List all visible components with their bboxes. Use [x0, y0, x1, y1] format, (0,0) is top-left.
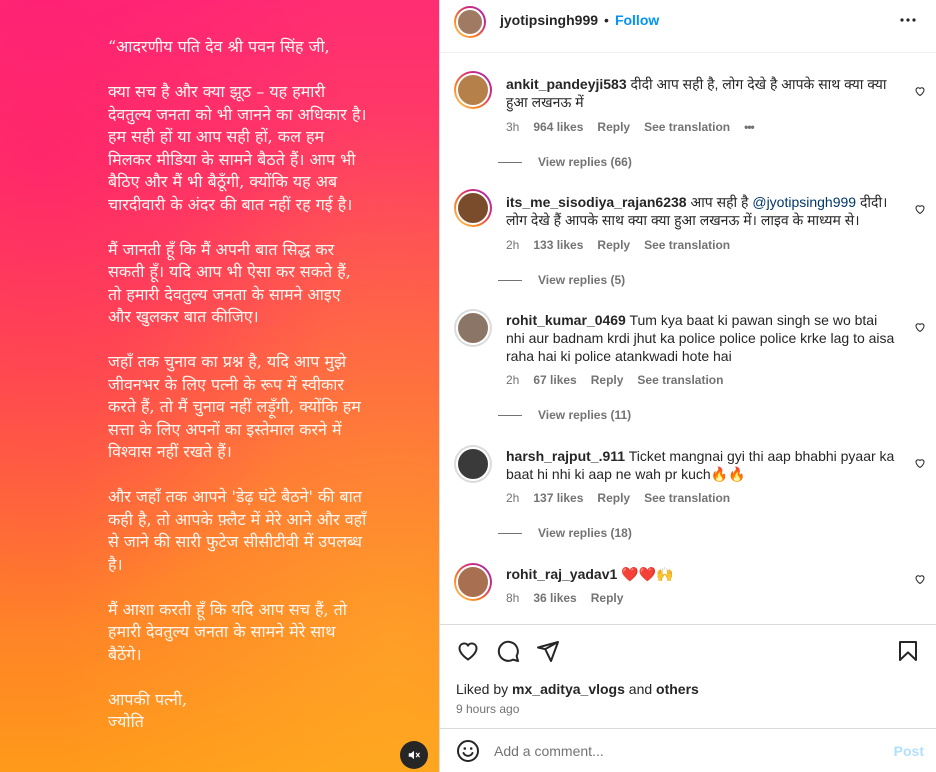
post-actions: Liked by mx_aditya_vlogs and others 9 ho… [440, 624, 936, 728]
commenter-username[interactable]: rohit_raj_yadav1 [506, 566, 617, 582]
comment-more-options[interactable]: ••• [744, 120, 755, 134]
comment-meta: 3h 964 likes Reply See translation ••• [506, 120, 755, 134]
view-replies-button[interactable]: View replies (18) [498, 526, 632, 540]
post-comment-button[interactable]: Post [894, 743, 924, 759]
more-options-icon[interactable] [896, 8, 920, 32]
commenter-avatar[interactable] [454, 563, 492, 601]
author-username[interactable]: jyotipsingh999 [500, 12, 598, 28]
view-replies-label: View replies (11) [538, 408, 632, 422]
post-side-panel: jyotipsingh999 • Follow ankit_pandeyji58… [439, 0, 936, 772]
add-comment-bar: Post [440, 728, 936, 772]
liked-by-prefix: Liked by [456, 681, 509, 697]
see-translation-link[interactable]: See translation [644, 238, 730, 252]
action-icons-row [456, 639, 924, 665]
comment-text: rohit_raj_yadav1 ❤️❤️🙌 [506, 565, 899, 583]
post-dialog: “आदरणीय पति देव श्री पवन सिंह जी, क्या स… [0, 0, 936, 772]
comment-meta: 8h 36 likes Reply [506, 591, 623, 605]
commenter-username[interactable]: its_me_sisodiya_rajan6238 [506, 194, 687, 210]
emoji-icon[interactable] [456, 739, 480, 763]
comment-input[interactable] [494, 742, 874, 759]
like-comment-heart-icon[interactable] [914, 573, 926, 585]
like-comment-heart-icon[interactable] [914, 321, 926, 333]
comment-meta: 2h 67 likes Reply See translation [506, 373, 723, 387]
comment-icon[interactable] [496, 639, 520, 663]
reply-button[interactable]: Reply [597, 120, 630, 134]
view-replies-button[interactable]: View replies (66) [498, 155, 632, 169]
comment-text: ankit_pandeyji583 दीदी आप सही है, लोग दे… [506, 75, 899, 111]
share-send-icon[interactable] [536, 639, 560, 663]
post-caption-image-text: “आदरणीय पति देव श्री पवन सिंह जी, क्या स… [108, 37, 367, 731]
comment-likes[interactable]: 133 likes [533, 238, 583, 252]
post-media[interactable]: “आदरणीय पति देव श्री पवन सिंह जी, क्या स… [0, 0, 439, 772]
comment-text: rohit_kumar_0469 Tum kya baat ki pawan s… [506, 311, 899, 365]
comment-time: 3h [506, 120, 520, 134]
comment-body: ❤️❤️🙌 [621, 566, 674, 582]
commenter-avatar[interactable] [454, 189, 492, 227]
comment-meta: 2h 133 likes Reply See translation [506, 238, 730, 252]
speaker-muted-icon [408, 750, 420, 760]
see-translation-link[interactable]: See translation [644, 120, 730, 134]
see-translation-link[interactable]: See translation [644, 491, 730, 505]
commenter-username[interactable]: ankit_pandeyji583 [506, 76, 627, 92]
view-replies-label: View replies (18) [538, 526, 632, 540]
header-separator: • [604, 12, 609, 28]
view-replies-label: View replies (66) [538, 155, 632, 169]
like-comment-heart-icon[interactable] [914, 457, 926, 469]
reply-button[interactable]: Reply [597, 238, 630, 252]
commenter-avatar[interactable] [454, 309, 492, 347]
comment-body-part: आप सही है [690, 194, 749, 210]
commenter-username[interactable]: harsh_rajput_.911 [506, 448, 625, 464]
reply-button[interactable]: Reply [597, 491, 630, 505]
liked-by-summary: Liked by mx_aditya_vlogs and others [456, 681, 699, 697]
see-translation-link[interactable]: See translation [637, 373, 723, 387]
comment-likes[interactable]: 67 likes [533, 373, 576, 387]
liked-by-others[interactable]: others [656, 681, 699, 697]
like-comment-heart-icon[interactable] [914, 85, 926, 97]
comments-list[interactable]: ankit_pandeyji583 दीदी आप सही है, लोग दे… [440, 52, 936, 624]
follow-button[interactable]: Follow [615, 12, 659, 28]
replies-divider [498, 414, 522, 416]
comment-mention-link[interactable]: @jyotipsingh999 [752, 194, 856, 210]
commenter-username[interactable]: rohit_kumar_0469 [506, 312, 626, 328]
save-bookmark-icon[interactable] [896, 639, 920, 663]
like-comment-heart-icon[interactable] [914, 203, 926, 215]
audio-mute-button[interactable] [400, 741, 428, 769]
comment-likes[interactable]: 964 likes [533, 120, 583, 134]
reply-button[interactable]: Reply [591, 373, 624, 387]
comment-meta: 2h 137 likes Reply See translation [506, 491, 730, 505]
liked-by-user[interactable]: mx_aditya_vlogs [512, 681, 625, 697]
replies-divider [498, 279, 522, 281]
comment-text: its_me_sisodiya_rajan6238 आप सही है @jyo… [506, 193, 899, 229]
replies-divider [498, 161, 522, 163]
comment-time: 2h [506, 491, 520, 505]
comment-time: 2h [506, 238, 520, 252]
like-heart-icon[interactable] [456, 639, 480, 663]
reply-button[interactable]: Reply [591, 591, 624, 605]
comment-likes[interactable]: 137 likes [533, 491, 583, 505]
commenter-avatar[interactable] [454, 445, 492, 483]
view-replies-button[interactable]: View replies (11) [498, 408, 631, 422]
comment-time: 8h [506, 591, 520, 605]
post-header: jyotipsingh999 • Follow [440, 0, 936, 40]
comment-text: harsh_rajput_.911 Ticket mangnai gyi thi… [506, 447, 899, 483]
comment-time: 2h [506, 373, 520, 387]
liked-by-and: and [628, 681, 653, 697]
commenter-avatar[interactable] [454, 71, 492, 109]
comment-likes[interactable]: 36 likes [533, 591, 576, 605]
view-replies-label: View replies (5) [538, 273, 626, 287]
author-avatar[interactable] [454, 6, 486, 38]
replies-divider [498, 532, 522, 534]
view-replies-button[interactable]: View replies (5) [498, 273, 625, 287]
post-timestamp[interactable]: 9 hours ago [456, 702, 519, 716]
